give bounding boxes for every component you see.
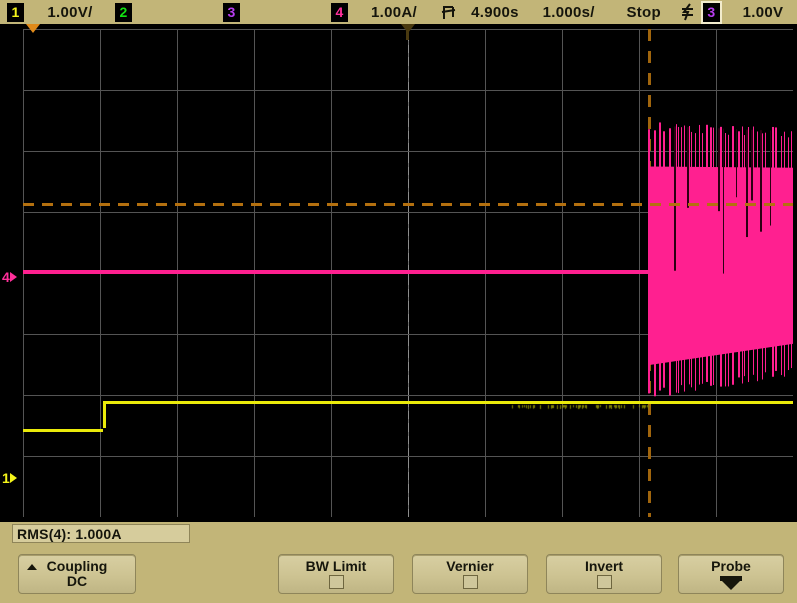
channel-1-status[interactable]: 1 1.00V/ [7, 3, 113, 22]
down-arrow-icon [716, 575, 746, 589]
trigger-coupling-icon[interactable] [681, 3, 695, 21]
invert-checkbox[interactable] [597, 575, 612, 589]
trigger-reference-stem [406, 29, 409, 40]
trigger-source-badge[interactable]: 3 [703, 3, 720, 22]
softkey-vernier-label: Vernier [446, 559, 493, 574]
channel-1-badge[interactable]: 1 [7, 3, 24, 22]
softkey-bar: Coupling DC BW Limit Vernier Invert Prob… [0, 546, 797, 603]
trigger-delay: 4.900s [459, 4, 531, 21]
channel-4-ground-marker[interactable]: 4 [2, 270, 17, 284]
channel-3-status[interactable]: 3 [223, 3, 329, 22]
channel-1-scale: 1.00V/ [27, 4, 113, 21]
acquisition-state: Stop [613, 4, 675, 21]
channel-2-status[interactable]: 2 [115, 3, 221, 22]
menu-up-arrow-icon [27, 564, 37, 570]
channel-4-burst [23, 29, 793, 517]
vernier-checkbox[interactable] [463, 575, 478, 589]
marker-arrow-icon [10, 272, 17, 282]
measurement-rms-channel4[interactable]: RMS(4): 1.000A [12, 524, 190, 543]
bw-limit-checkbox[interactable] [329, 575, 344, 589]
channel-1-ground-marker[interactable]: 1 [2, 471, 17, 485]
trigger-delay-marker[interactable] [26, 24, 40, 33]
waveform-display-area[interactable]: 4 1 [0, 24, 797, 522]
oscilloscope-screen: 1 1.00V/ 2 3 4 1.00A/ 4.900s 1.000s/ Sto… [0, 0, 797, 603]
trigger-source-icon [681, 3, 695, 21]
channel-2-badge[interactable]: 2 [115, 3, 132, 22]
softkey-bw-limit-label: BW Limit [306, 559, 367, 574]
softkey-coupling-value: DC [67, 574, 87, 589]
trigger-level-value: 1.00V [729, 4, 797, 21]
channel-3-badge[interactable]: 3 [223, 3, 240, 22]
top-status-bar: 1 1.00V/ 2 3 4 1.00A/ 4.900s 1.000s/ Sto… [0, 0, 797, 24]
channel-4-status[interactable]: 4 1.00A/ [331, 3, 437, 22]
rising-edge-slope-icon [441, 3, 457, 21]
marker-arrow-icon [10, 473, 17, 483]
measurement-bar: RMS(4): 1.000A [0, 522, 797, 546]
softkey-bw-limit[interactable]: BW Limit [278, 554, 394, 594]
softkey-invert[interactable]: Invert [546, 554, 662, 594]
softkey-invert-label: Invert [585, 559, 623, 574]
channel-4-badge[interactable]: 4 [331, 3, 348, 22]
softkey-coupling[interactable]: Coupling DC [18, 554, 136, 594]
softkey-probe[interactable]: Probe [678, 554, 784, 594]
softkey-coupling-label: Coupling [47, 559, 108, 574]
timebase-scale: 1.000s/ [531, 4, 607, 21]
graticule [23, 29, 793, 517]
softkey-vernier[interactable]: Vernier [412, 554, 528, 594]
channel-4-scale: 1.00A/ [351, 4, 437, 21]
trigger-slope-icon[interactable] [441, 3, 457, 21]
softkey-probe-label: Probe [711, 559, 751, 574]
